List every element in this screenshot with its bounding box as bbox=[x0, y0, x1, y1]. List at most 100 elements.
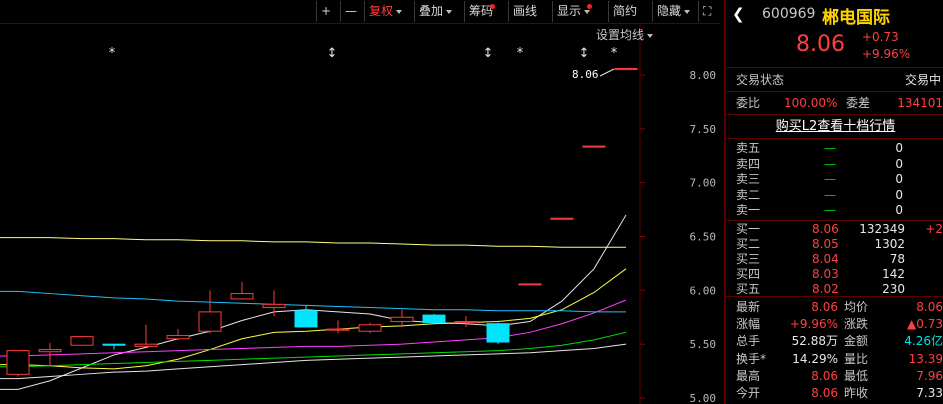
bid-price: 8.06 bbox=[812, 222, 839, 236]
toolbar-xianshi-button[interactable]: 显示 bbox=[552, 1, 594, 22]
y-tick-label: 5.00 bbox=[690, 392, 717, 404]
quote-header: ❮ 600969 郴电国际 8.06 +0.73 +9.96% bbox=[726, 0, 943, 68]
ask-row: 卖一 — 0 bbox=[726, 203, 943, 218]
notification-dot bbox=[587, 4, 593, 9]
change-percent: +9.96% bbox=[862, 47, 911, 61]
weibi-value: 100.00% bbox=[784, 96, 838, 110]
toolbar-diejia-button[interactable]: 叠加 bbox=[414, 1, 456, 22]
candle-body bbox=[230, 293, 254, 300]
toolbar-minus-button[interactable]: — bbox=[340, 1, 361, 22]
candle-body bbox=[422, 314, 446, 324]
chart-marker: * bbox=[517, 46, 524, 61]
stock-name: 郴电国际 bbox=[822, 8, 890, 28]
ask-row: 卖五 — 0 bbox=[726, 141, 943, 156]
stat-value: 8.06 bbox=[811, 368, 838, 383]
stat-value: 8.06 bbox=[811, 386, 838, 400]
stat-value: 13.39 bbox=[908, 351, 943, 366]
stat-label: 总手 bbox=[736, 334, 761, 349]
stat-value: 8.06 bbox=[916, 300, 943, 314]
bid-price: 8.04 bbox=[812, 252, 839, 266]
l2-upgrade-link[interactable]: 购买L2查看十档行情 bbox=[726, 117, 943, 137]
bid-row: 买三 8.04 78 bbox=[726, 252, 943, 267]
chevron-down-icon bbox=[647, 33, 654, 38]
notification-dot bbox=[490, 4, 496, 9]
candle-body bbox=[326, 328, 350, 331]
candle-body bbox=[454, 321, 478, 324]
bid-price: 8.05 bbox=[812, 237, 839, 251]
stat-label: 换手* bbox=[736, 351, 767, 366]
stat-row: 换手* 14.29% 量比 13.39 bbox=[726, 352, 943, 367]
toolbar-jianyue-button[interactable]: 简约 bbox=[608, 1, 641, 22]
toolbar-yincang-button[interactable]: 隐藏 bbox=[652, 1, 694, 22]
y-tick-label: 7.00 bbox=[690, 177, 717, 190]
chart-marker: ↕ bbox=[483, 46, 494, 61]
stat-value: 7.33 bbox=[916, 386, 943, 400]
toolbar-huaxian-button[interactable]: 画线 bbox=[508, 1, 541, 22]
bid-label: 买二 bbox=[736, 237, 761, 251]
y-tick-label: 6.00 bbox=[690, 284, 717, 297]
ask-row: 卖二 — 0 bbox=[726, 188, 943, 203]
moving-average-line-3 bbox=[0, 299, 627, 357]
toolbar-plus-button[interactable]: + bbox=[316, 1, 335, 22]
chart-area[interactable]: 8.00 7.50 7.00 6.50 6.00 5.50 5.00 * ↕ ↕ * ↕ * 8.06 +… bbox=[0, 0, 720, 404]
moving-average-line-5 bbox=[0, 343, 627, 380]
candle-body bbox=[390, 316, 414, 323]
ma-settings-button[interactable]: 设置均线 bbox=[596, 26, 654, 43]
stat-row: 今开 8.06 昨收 7.33 bbox=[726, 386, 943, 401]
chart-marker: * bbox=[611, 46, 618, 61]
price-annotation: 8.06 bbox=[572, 68, 599, 81]
ask-label: 卖二 bbox=[736, 187, 761, 202]
bid-row: 买五 8.02 230 bbox=[726, 282, 943, 297]
bid-volume: 1302 bbox=[874, 237, 905, 251]
candle-body bbox=[102, 343, 126, 346]
toolbar-chouma-button[interactable]: 筹码 bbox=[464, 1, 497, 22]
ask-label: 卖三 bbox=[736, 172, 761, 186]
bid-price: 8.03 bbox=[812, 267, 839, 281]
price-annotation-pointer bbox=[599, 68, 615, 77]
back-arrow-icon[interactable]: ❮ bbox=[732, 6, 745, 22]
toolbar-minus-label: — bbox=[345, 4, 357, 18]
candle-body bbox=[518, 283, 542, 286]
candle-body bbox=[582, 145, 606, 148]
stat-label: 最高 bbox=[736, 368, 761, 383]
ask-price: — bbox=[824, 172, 836, 186]
toolbar-fuquan-button[interactable]: 复权 bbox=[364, 1, 406, 22]
stat-label: 金额 bbox=[844, 334, 869, 349]
chevron-down-icon bbox=[446, 9, 453, 14]
toolbar-diejia-label: 叠加 bbox=[419, 4, 444, 18]
bid-delta: +2 bbox=[925, 222, 943, 236]
bid-row: 买二 8.05 1302 bbox=[726, 237, 943, 252]
candlestick-chart[interactable]: 8.00 7.50 7.00 6.50 6.00 5.50 5.00 * ↕ ↕ * ↕ * 8.06 bbox=[0, 0, 720, 404]
bid-volume: 230 bbox=[882, 282, 905, 296]
quote-panel: ❮ 600969 郴电国际 8.06 +0.73 +9.96% 交易状态 交易中… bbox=[724, 0, 943, 404]
bid-label: 买三 bbox=[736, 252, 761, 266]
stat-label: 量比 bbox=[844, 351, 869, 366]
ask-label: 卖一 bbox=[736, 203, 761, 217]
ask-row: 卖四 — 0 bbox=[726, 157, 943, 172]
toolbar-fullscreen-button[interactable]: ⛶ bbox=[698, 1, 715, 22]
candle-body bbox=[6, 350, 30, 375]
ask-volume: 0 bbox=[895, 172, 903, 186]
candle-body bbox=[198, 311, 222, 332]
chevron-down-icon bbox=[584, 9, 591, 14]
stat-label: 涨幅 bbox=[736, 317, 761, 332]
stat-row: 总手 52.88万 金额 4.26亿 bbox=[726, 334, 943, 349]
weicha-value: 134101 bbox=[897, 96, 943, 110]
ask-volume: 0 bbox=[895, 203, 903, 217]
stat-label: 均价 bbox=[844, 300, 869, 314]
stat-label: 今开 bbox=[736, 386, 761, 400]
ask-price: — bbox=[824, 141, 836, 155]
trading-status-row: 交易状态 交易中 bbox=[726, 71, 943, 89]
status-label: 交易状态 bbox=[736, 73, 785, 87]
bid-price: 8.02 bbox=[812, 282, 839, 296]
y-tick-label: 7.50 bbox=[690, 123, 717, 136]
bid-volume: 78 bbox=[889, 252, 905, 266]
toolbar-plus-label: + bbox=[321, 4, 332, 18]
status-value: 交易中 bbox=[904, 73, 941, 87]
chart-marker: ↕ bbox=[327, 46, 338, 61]
stat-label: 最低 bbox=[844, 368, 869, 383]
last-price: 8.06 bbox=[796, 32, 845, 57]
y-tick-label: 8.00 bbox=[690, 69, 717, 82]
stat-value: 14.29% bbox=[792, 351, 838, 366]
weibi-row: 委比 100.00% 委差 134101 bbox=[726, 94, 943, 112]
